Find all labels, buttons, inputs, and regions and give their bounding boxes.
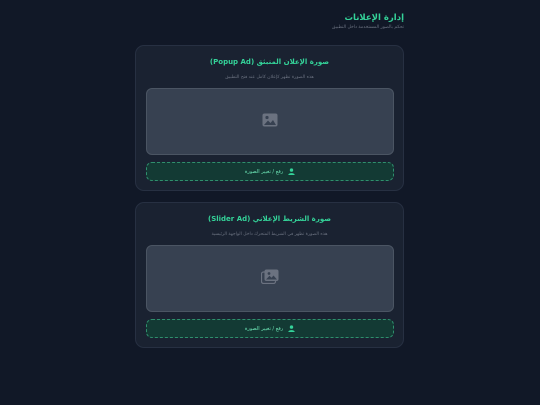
popup-ad-upload-button[interactable]: رفع / تغيير الصورة (146, 162, 394, 181)
popup-ad-image-preview (146, 88, 394, 155)
image-icon (262, 112, 278, 131)
card-title: صورة الشريط الإعلاني (Slider Ad) (208, 215, 331, 223)
user-icon (288, 168, 295, 175)
upload-button-label: رفع / تغيير الصورة (244, 168, 284, 175)
card-title: صورة الإعلان المنبثق (Popup Ad) (209, 58, 330, 66)
page-header: إدارة الإعلانات تحكم بالصور المستخدمة دا… (332, 12, 404, 32)
page-title: إدارة الإعلانات (344, 13, 405, 23)
card-description: هذه الصورة تظهر في الشريط المتحرك داخل ا… (211, 232, 328, 237)
images-icon (260, 269, 279, 288)
popup-ad-card: صورة الإعلان المنبثق (Popup Ad) هذه الصو… (135, 45, 404, 191)
card-description: هذه الصورة تظهر كإعلان كامل عند فتح التط… (225, 75, 314, 80)
upload-button-label: رفع / تغيير الصورة (244, 325, 284, 332)
slider-ad-card: صورة الشريط الإعلاني (Slider Ad) هذه الص… (135, 202, 404, 348)
user-icon (288, 325, 295, 332)
page-subtitle: تحكم بالصور المستخدمة داخل التطبيق (331, 25, 404, 30)
slider-ad-image-preview (146, 245, 394, 312)
slider-ad-upload-button[interactable]: رفع / تغيير الصورة (146, 319, 394, 338)
